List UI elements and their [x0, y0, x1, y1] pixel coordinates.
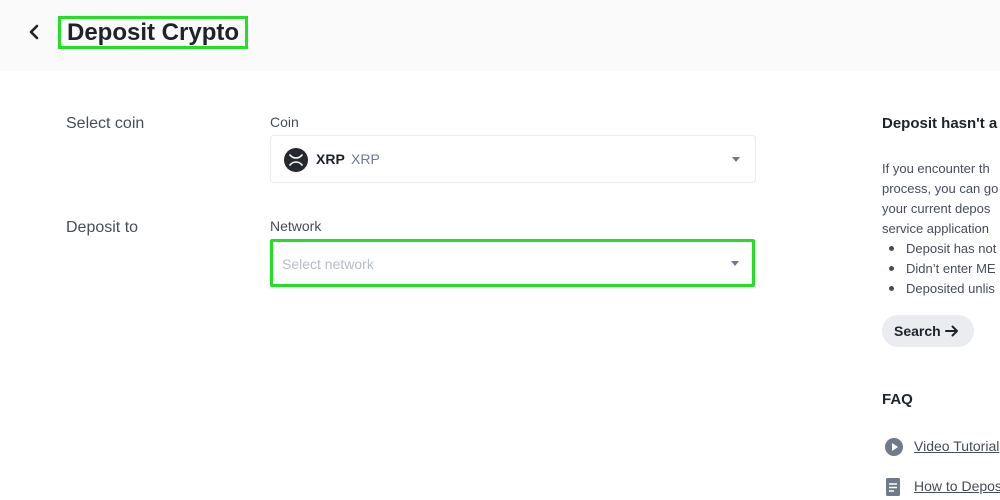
search-button[interactable]: Search — [882, 315, 974, 347]
caret-down-icon — [732, 157, 740, 162]
faq-link-how-to-deposit[interactable]: How to Depos — [914, 478, 1000, 494]
sidebar-text-line: your current depos — [882, 201, 991, 216]
play-circle-icon — [885, 438, 903, 456]
network-placeholder: Select network — [282, 256, 374, 272]
sidebar-bullet-item: Deposited unlis — [906, 281, 995, 296]
coin-select[interactable]: XRP XRP — [270, 135, 756, 183]
select-coin-label: Select coin — [66, 115, 145, 132]
sidebar-title: Deposit hasn't a — [882, 115, 998, 132]
bullet-icon — [889, 266, 894, 271]
coin-symbol: XRP — [316, 151, 345, 167]
network-select[interactable]: Select network — [270, 239, 755, 287]
page-title: Deposit Crypto — [58, 16, 249, 49]
document-icon — [886, 478, 900, 496]
sidebar-text-line: service application — [882, 221, 989, 236]
arrow-right-icon — [945, 325, 958, 337]
sidebar-bullet-item: Deposit has not — [906, 241, 997, 256]
faq-link-video-tutorial[interactable]: Video Tutorial — [914, 438, 999, 454]
bullet-icon — [889, 246, 894, 251]
bullet-icon — [889, 286, 894, 291]
back-button[interactable] — [24, 22, 44, 42]
sidebar-text-line: If you encounter th — [882, 161, 990, 176]
search-button-label: Search — [894, 323, 941, 339]
coin-caption: Coin — [270, 114, 299, 130]
coin-name: XRP — [351, 151, 380, 167]
xrp-icon — [284, 148, 308, 172]
chevron-left-icon — [29, 24, 39, 40]
sidebar-bullet-item: Didn’t enter ME — [906, 261, 996, 276]
faq-title: FAQ — [882, 391, 913, 408]
caret-down-icon — [731, 261, 739, 266]
network-caption: Network — [270, 218, 322, 234]
deposit-to-label: Deposit to — [66, 219, 139, 236]
page-header: Deposit Crypto — [0, 0, 1000, 71]
sidebar-text-line: process, you can go — [882, 181, 999, 196]
